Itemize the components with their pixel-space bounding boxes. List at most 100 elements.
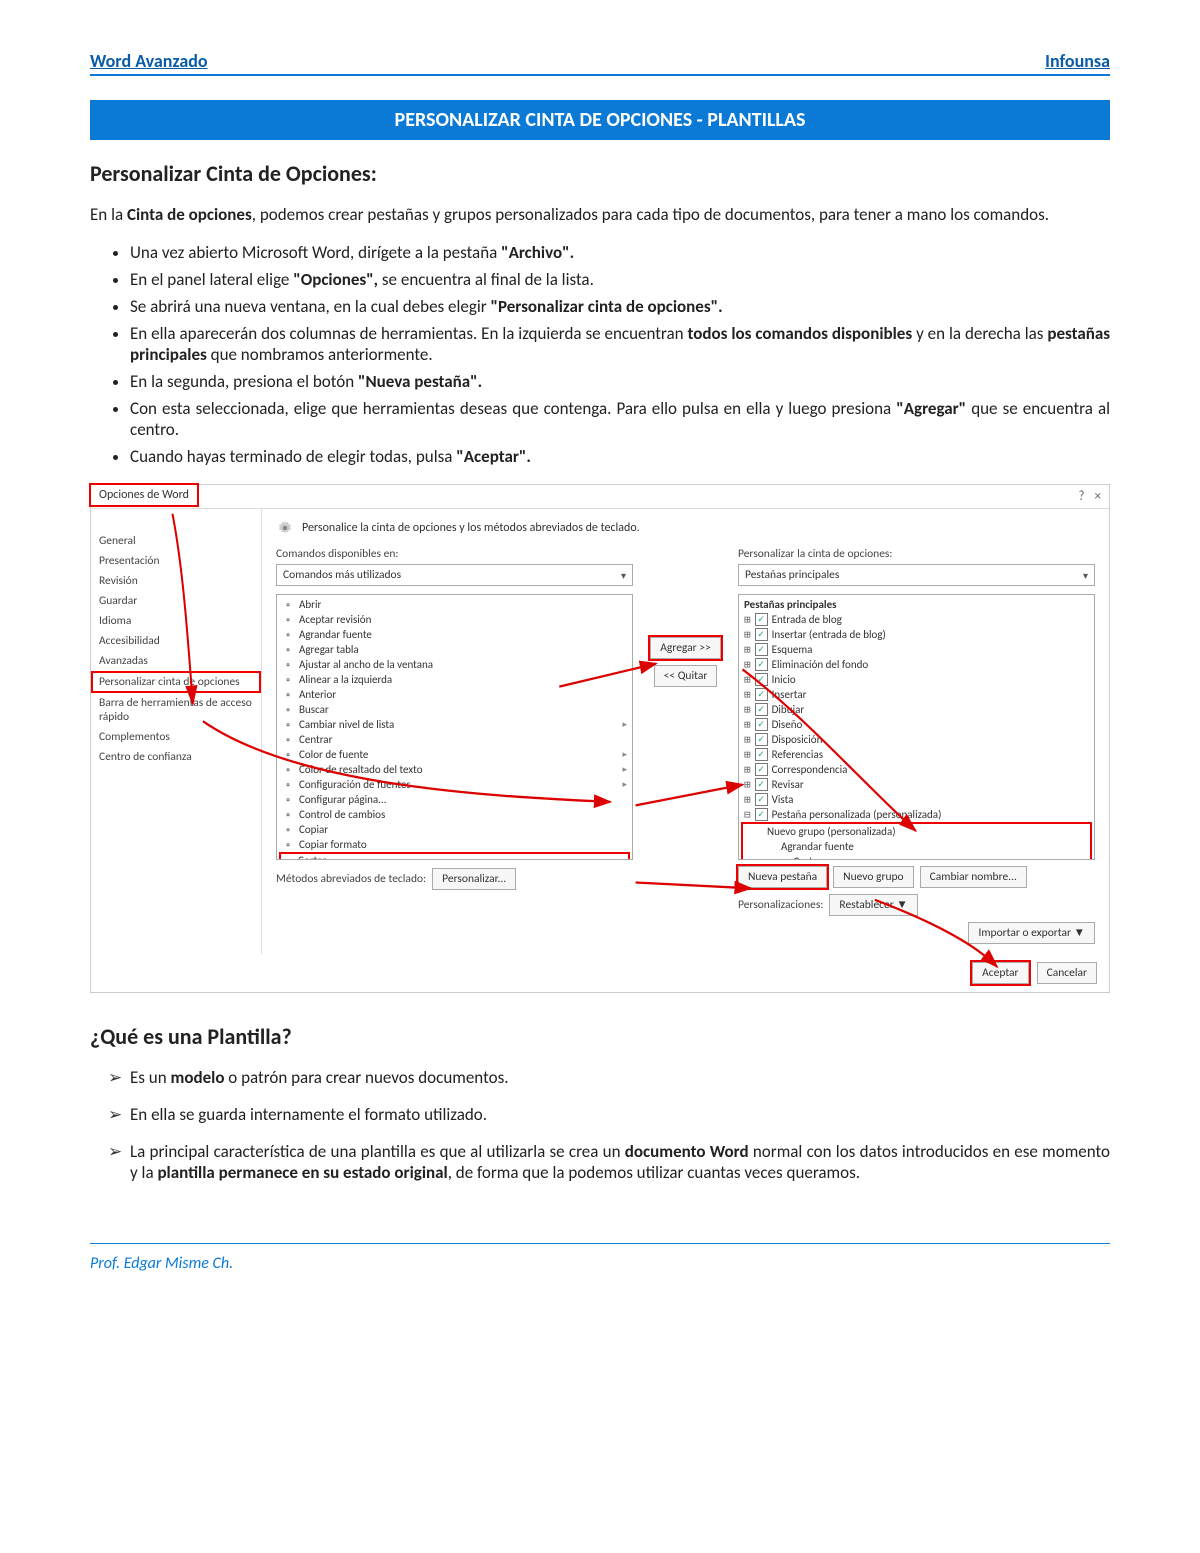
cmd-icon: ▫ xyxy=(282,809,294,821)
checkbox-icon[interactable]: ✓ xyxy=(755,613,768,626)
tree-item-custom-cmd[interactable]: Agrandar fuente xyxy=(745,839,1090,854)
command-item[interactable]: ▫Cortar xyxy=(279,852,630,860)
tree-item[interactable]: ⊞✓Dibujar xyxy=(741,702,1092,717)
ribbon-dropdown[interactable]: Pestañas principales▾ xyxy=(738,564,1095,586)
checkbox-icon[interactable]: ✓ xyxy=(755,643,768,656)
sidebar-item-centro-confianza[interactable]: Centro de confianza xyxy=(91,747,261,767)
checkbox-icon[interactable]: ✓ xyxy=(755,763,768,776)
ribbon-label: Personalizar la cinta de opciones: xyxy=(738,547,1095,561)
sidebar-item-accesibilidad[interactable]: Accesibilidad xyxy=(91,631,261,651)
checkbox-icon[interactable]: ✓ xyxy=(755,703,768,716)
command-item[interactable]: ▫Agregar tabla xyxy=(279,642,630,657)
import-export-button[interactable]: Importar o exportar ▼ xyxy=(968,922,1095,944)
cmd-icon: ▫ xyxy=(282,719,294,731)
command-item[interactable]: ▫Ajustar al ancho de la ventana xyxy=(279,657,630,672)
rename-button[interactable]: Cambiar nombre... xyxy=(920,866,1027,888)
cmd-icon: ▫ xyxy=(282,689,294,701)
tree-item[interactable]: ⊞✓Disposición xyxy=(741,732,1092,747)
tree-item[interactable]: ⊞✓Eliminación del fondo xyxy=(741,657,1092,672)
bullet-7: Cuando hayas terminado de elegir todas, … xyxy=(130,446,1110,467)
tree-item[interactable]: ⊞✓Inicio xyxy=(741,672,1092,687)
command-item[interactable]: ▫Anterior xyxy=(279,687,630,702)
sidebar-item-complementos[interactable]: Complementos xyxy=(91,727,261,747)
sidebar-item-personalizar-cinta[interactable]: Personalizar cinta de opciones xyxy=(91,671,261,693)
tree-item-custom-cmd[interactable]: ✂Cortar xyxy=(745,854,1090,860)
dialog-main: Personalice la cinta de opciones y los m… xyxy=(262,509,1109,954)
tree-item[interactable]: ⊞✓Esquema xyxy=(741,642,1092,657)
checkbox-icon[interactable]: ✓ xyxy=(755,658,768,671)
cmd-icon: ▫ xyxy=(282,704,294,716)
commands-listbox[interactable]: ▫Abrir▫Aceptar revisión▫Agrandar fuente▫… xyxy=(276,594,633,860)
reset-button[interactable]: Restablecer ▼ xyxy=(829,894,917,916)
section1-heading: Personalizar Cinta de Opciones: xyxy=(90,160,1110,187)
command-item[interactable]: ▫Configurar página... xyxy=(279,792,630,807)
chevron-down-icon: ▾ xyxy=(1083,569,1088,582)
customize-shortcuts-button[interactable]: Personalizar... xyxy=(432,868,516,890)
cmd-icon: ▫ xyxy=(281,855,293,861)
tree-item[interactable]: ⊞✓Revisar xyxy=(741,777,1092,792)
command-item[interactable]: ▫Copiar formato xyxy=(279,837,630,852)
tree-item-custom-group[interactable]: Nuevo grupo (personalizada) xyxy=(745,824,1090,839)
new-tab-button[interactable]: Nueva pestaña xyxy=(738,866,827,888)
checkbox-icon[interactable]: ✓ xyxy=(755,748,768,761)
tree-item[interactable]: ⊞✓Insertar (entrada de blog) xyxy=(741,627,1092,642)
command-item[interactable]: ▫Configuración de fuentes▸ xyxy=(279,777,630,792)
command-item[interactable]: ▫Cambiar nivel de lista▸ xyxy=(279,717,630,732)
tree-item[interactable]: ⊞✓Diseño xyxy=(741,717,1092,732)
new-group-button[interactable]: Nuevo grupo xyxy=(833,866,913,888)
command-item[interactable]: ▫Buscar xyxy=(279,702,630,717)
tree-item-custom-tab[interactable]: ⊟✓Pestaña personalizada (personalizada) xyxy=(741,807,1092,822)
dialog-title: Opciones de Word xyxy=(89,483,199,507)
checkbox-icon[interactable]: ✓ xyxy=(755,808,768,821)
sidebar-item-idioma[interactable]: Idioma xyxy=(91,611,261,631)
add-button[interactable]: Agregar >> xyxy=(650,637,720,659)
help-icon[interactable]: ? xyxy=(1078,489,1084,504)
command-item[interactable]: ▫Centrar xyxy=(279,732,630,747)
command-item[interactable]: ▫Aceptar revisión xyxy=(279,612,630,627)
scissors-icon: ✂ xyxy=(781,855,789,860)
sidebar-item-avanzadas[interactable]: Avanzadas xyxy=(91,651,261,671)
tree-item[interactable]: ⊞✓Entrada de blog xyxy=(741,612,1092,627)
sidebar-item-presentacion[interactable]: Presentación xyxy=(91,551,261,571)
tree-item[interactable]: ⊞✓Insertar xyxy=(741,687,1092,702)
command-item[interactable]: ▫Control de cambios xyxy=(279,807,630,822)
command-item[interactable]: ▫Color de resaltado del texto▸ xyxy=(279,762,630,777)
tree-item[interactable]: ⊞✓Vista xyxy=(741,792,1092,807)
command-item[interactable]: ▫Abrir xyxy=(279,597,630,612)
cmd-icon: ▫ xyxy=(282,824,294,836)
close-icon[interactable]: × xyxy=(1095,489,1101,504)
remove-button[interactable]: << Quitar xyxy=(654,665,718,687)
intro-prefix: En la xyxy=(90,204,127,225)
checkbox-icon[interactable]: ✓ xyxy=(755,718,768,731)
header-right: Infounsa xyxy=(1045,50,1110,72)
intro-bold: Cinta de opciones xyxy=(127,204,252,225)
checkbox-icon[interactable]: ✓ xyxy=(755,733,768,746)
sidebar-item-general[interactable]: General xyxy=(91,531,261,551)
sidebar-item-barra-acceso-rapido[interactable]: Barra de herramientas de acceso rápido xyxy=(91,693,261,727)
checkbox-icon[interactable]: ✓ xyxy=(755,688,768,701)
sidebar-item-guardar[interactable]: Guardar xyxy=(91,591,261,611)
cmd-icon: ▫ xyxy=(282,734,294,746)
sidebar-item-revision[interactable]: Revisión xyxy=(91,571,261,591)
cancel-button[interactable]: Cancelar xyxy=(1037,962,1097,984)
cmd-icon: ▫ xyxy=(282,764,294,776)
checkbox-icon[interactable]: ✓ xyxy=(755,778,768,791)
ribbon-tree[interactable]: Pestañas principales ⊞✓Entrada de blog⊞✓… xyxy=(738,594,1095,860)
checkbox-icon[interactable]: ✓ xyxy=(755,673,768,686)
section2-list: Es un modelo o patrón para crear nuevos … xyxy=(90,1067,1110,1183)
command-item[interactable]: ▫Copiar xyxy=(279,822,630,837)
accept-button[interactable]: Aceptar xyxy=(972,962,1028,984)
tree-item[interactable]: ⊞✓Correspondencia xyxy=(741,762,1092,777)
page-header: Word Avanzado Infounsa xyxy=(90,50,1110,76)
checkbox-icon[interactable]: ✓ xyxy=(755,628,768,641)
command-item[interactable]: ▫Color de fuente▸ xyxy=(279,747,630,762)
cmd-icon: ▫ xyxy=(282,674,294,686)
dialog-titlebar: ? × xyxy=(91,485,1109,508)
tree-item[interactable]: ⊞✓Referencias xyxy=(741,747,1092,762)
header-left: Word Avanzado xyxy=(90,50,208,72)
command-item[interactable]: ▫Alinear a la izquierda xyxy=(279,672,630,687)
command-item[interactable]: ▫Agrandar fuente xyxy=(279,627,630,642)
bullet-3: Se abrirá una nueva ventana, en la cual … xyxy=(130,296,1110,317)
checkbox-icon[interactable]: ✓ xyxy=(755,793,768,806)
commands-dropdown[interactable]: Comandos más utilizados▾ xyxy=(276,564,633,586)
